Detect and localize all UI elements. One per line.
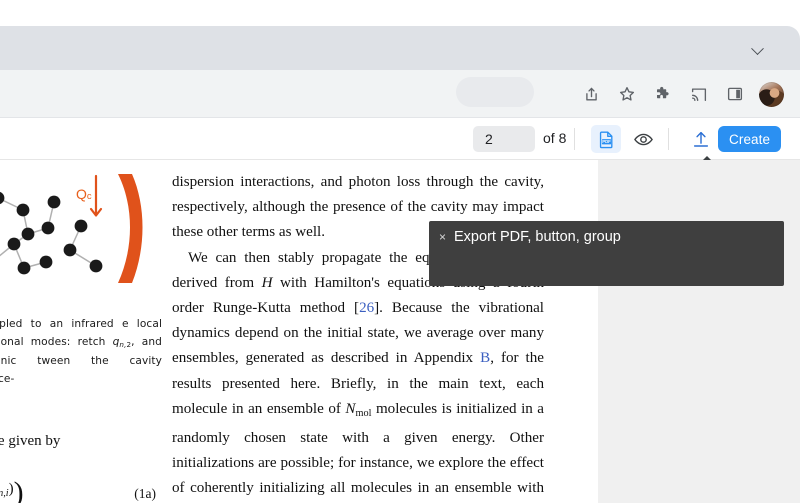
molecule-cavity-figure (0, 166, 162, 291)
viewer-toolbar (0, 118, 800, 160)
accessibility-announcement-text: Export PDF, button, group (454, 229, 621, 245)
toolbar-separator (668, 128, 669, 150)
appendix-link[interactable]: B (480, 350, 490, 366)
body-text-column: dispersion interactions, and photon loss… (172, 170, 544, 503)
share-icon[interactable] (574, 77, 608, 111)
cavity-coordinate-label: Qc (76, 186, 92, 202)
bookmark-star-icon[interactable] (610, 77, 644, 111)
pdf-file-icon[interactable]: PDF (591, 125, 621, 153)
side-panel-icon[interactable] (718, 77, 752, 111)
citation-link[interactable]: 26 (359, 300, 374, 316)
omnibox-action-pill (456, 77, 534, 107)
extensions-puzzle-icon[interactable] (646, 77, 680, 111)
toolbar-separator (574, 128, 575, 150)
pdf-page: Qc s coupled to an infrared e local vibr… (0, 160, 598, 503)
page-number-input[interactable] (473, 126, 535, 152)
avatar[interactable] (754, 77, 788, 111)
cast-icon[interactable] (682, 77, 716, 111)
chevron-down-icon[interactable] (744, 40, 770, 62)
svg-text:PDF: PDF (602, 139, 611, 144)
eye-preview-icon[interactable] (628, 125, 658, 153)
equation-intro: HF are given by (0, 433, 61, 449)
equation-number: (1a) (134, 486, 156, 501)
close-icon[interactable]: × (439, 228, 446, 247)
page-total-label: of 8 (543, 130, 567, 146)
window-top-edge (0, 0, 800, 26)
browser-actions (574, 74, 788, 114)
figure-caption: s coupled to an infrared e local vibrati… (0, 318, 162, 385)
figure-column: Qc s coupled to an infrared e local vibr… (0, 166, 162, 503)
upload-export-icon[interactable] (686, 125, 716, 153)
tab-strip-corner (766, 26, 800, 70)
pdf-viewer[interactable]: Qc s coupled to an infrared e local vibr… (0, 160, 800, 503)
tab-strip (0, 26, 800, 70)
browser-window: of 8 PDF Create Export PDF (0, 0, 800, 503)
accessibility-announcement: × Export PDF, button, group (429, 221, 784, 286)
create-button[interactable]: Create (718, 126, 782, 152)
